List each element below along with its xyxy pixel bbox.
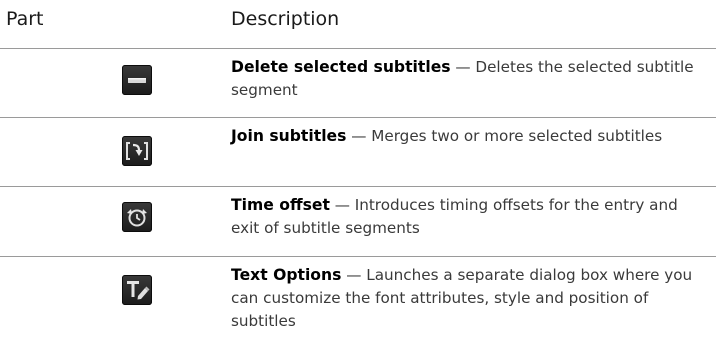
row-description: Delete selected subtitles — Deletes the … — [231, 56, 701, 102]
text-options-icon — [122, 275, 152, 305]
row-term: Text Options — [231, 266, 342, 284]
delete-subtitle-icon — [122, 65, 152, 95]
part-column-header: Part — [6, 8, 44, 30]
table-header: Part Description — [0, 0, 716, 48]
row-separator: — — [450, 58, 476, 76]
row-term: Delete selected subtitles — [231, 58, 451, 76]
table-row: Time offset — Introduces timing offsets … — [0, 187, 716, 256]
row-description: Text Options — Launches a separate dialo… — [231, 264, 701, 333]
table-row: Text Options — Launches a separate dialo… — [0, 257, 716, 359]
join-subtitles-icon — [122, 136, 152, 166]
row-term: Join subtitles — [231, 127, 347, 145]
row-description: Join subtitles — Merges two or more sele… — [231, 125, 701, 148]
table-row: Join subtitles — Merges two or more sele… — [0, 118, 716, 186]
row-separator: — — [346, 127, 372, 145]
row-text: Merges two or more selected subtitles — [371, 127, 663, 145]
row-separator: — — [329, 196, 355, 214]
row-term: Time offset — [231, 196, 330, 214]
row-description: Time offset — Introduces timing offsets … — [231, 194, 701, 240]
table-row: Delete selected subtitles — Deletes the … — [0, 49, 716, 117]
row-separator: — — [341, 266, 367, 284]
time-offset-icon — [122, 202, 152, 232]
description-column-header: Description — [231, 8, 340, 30]
